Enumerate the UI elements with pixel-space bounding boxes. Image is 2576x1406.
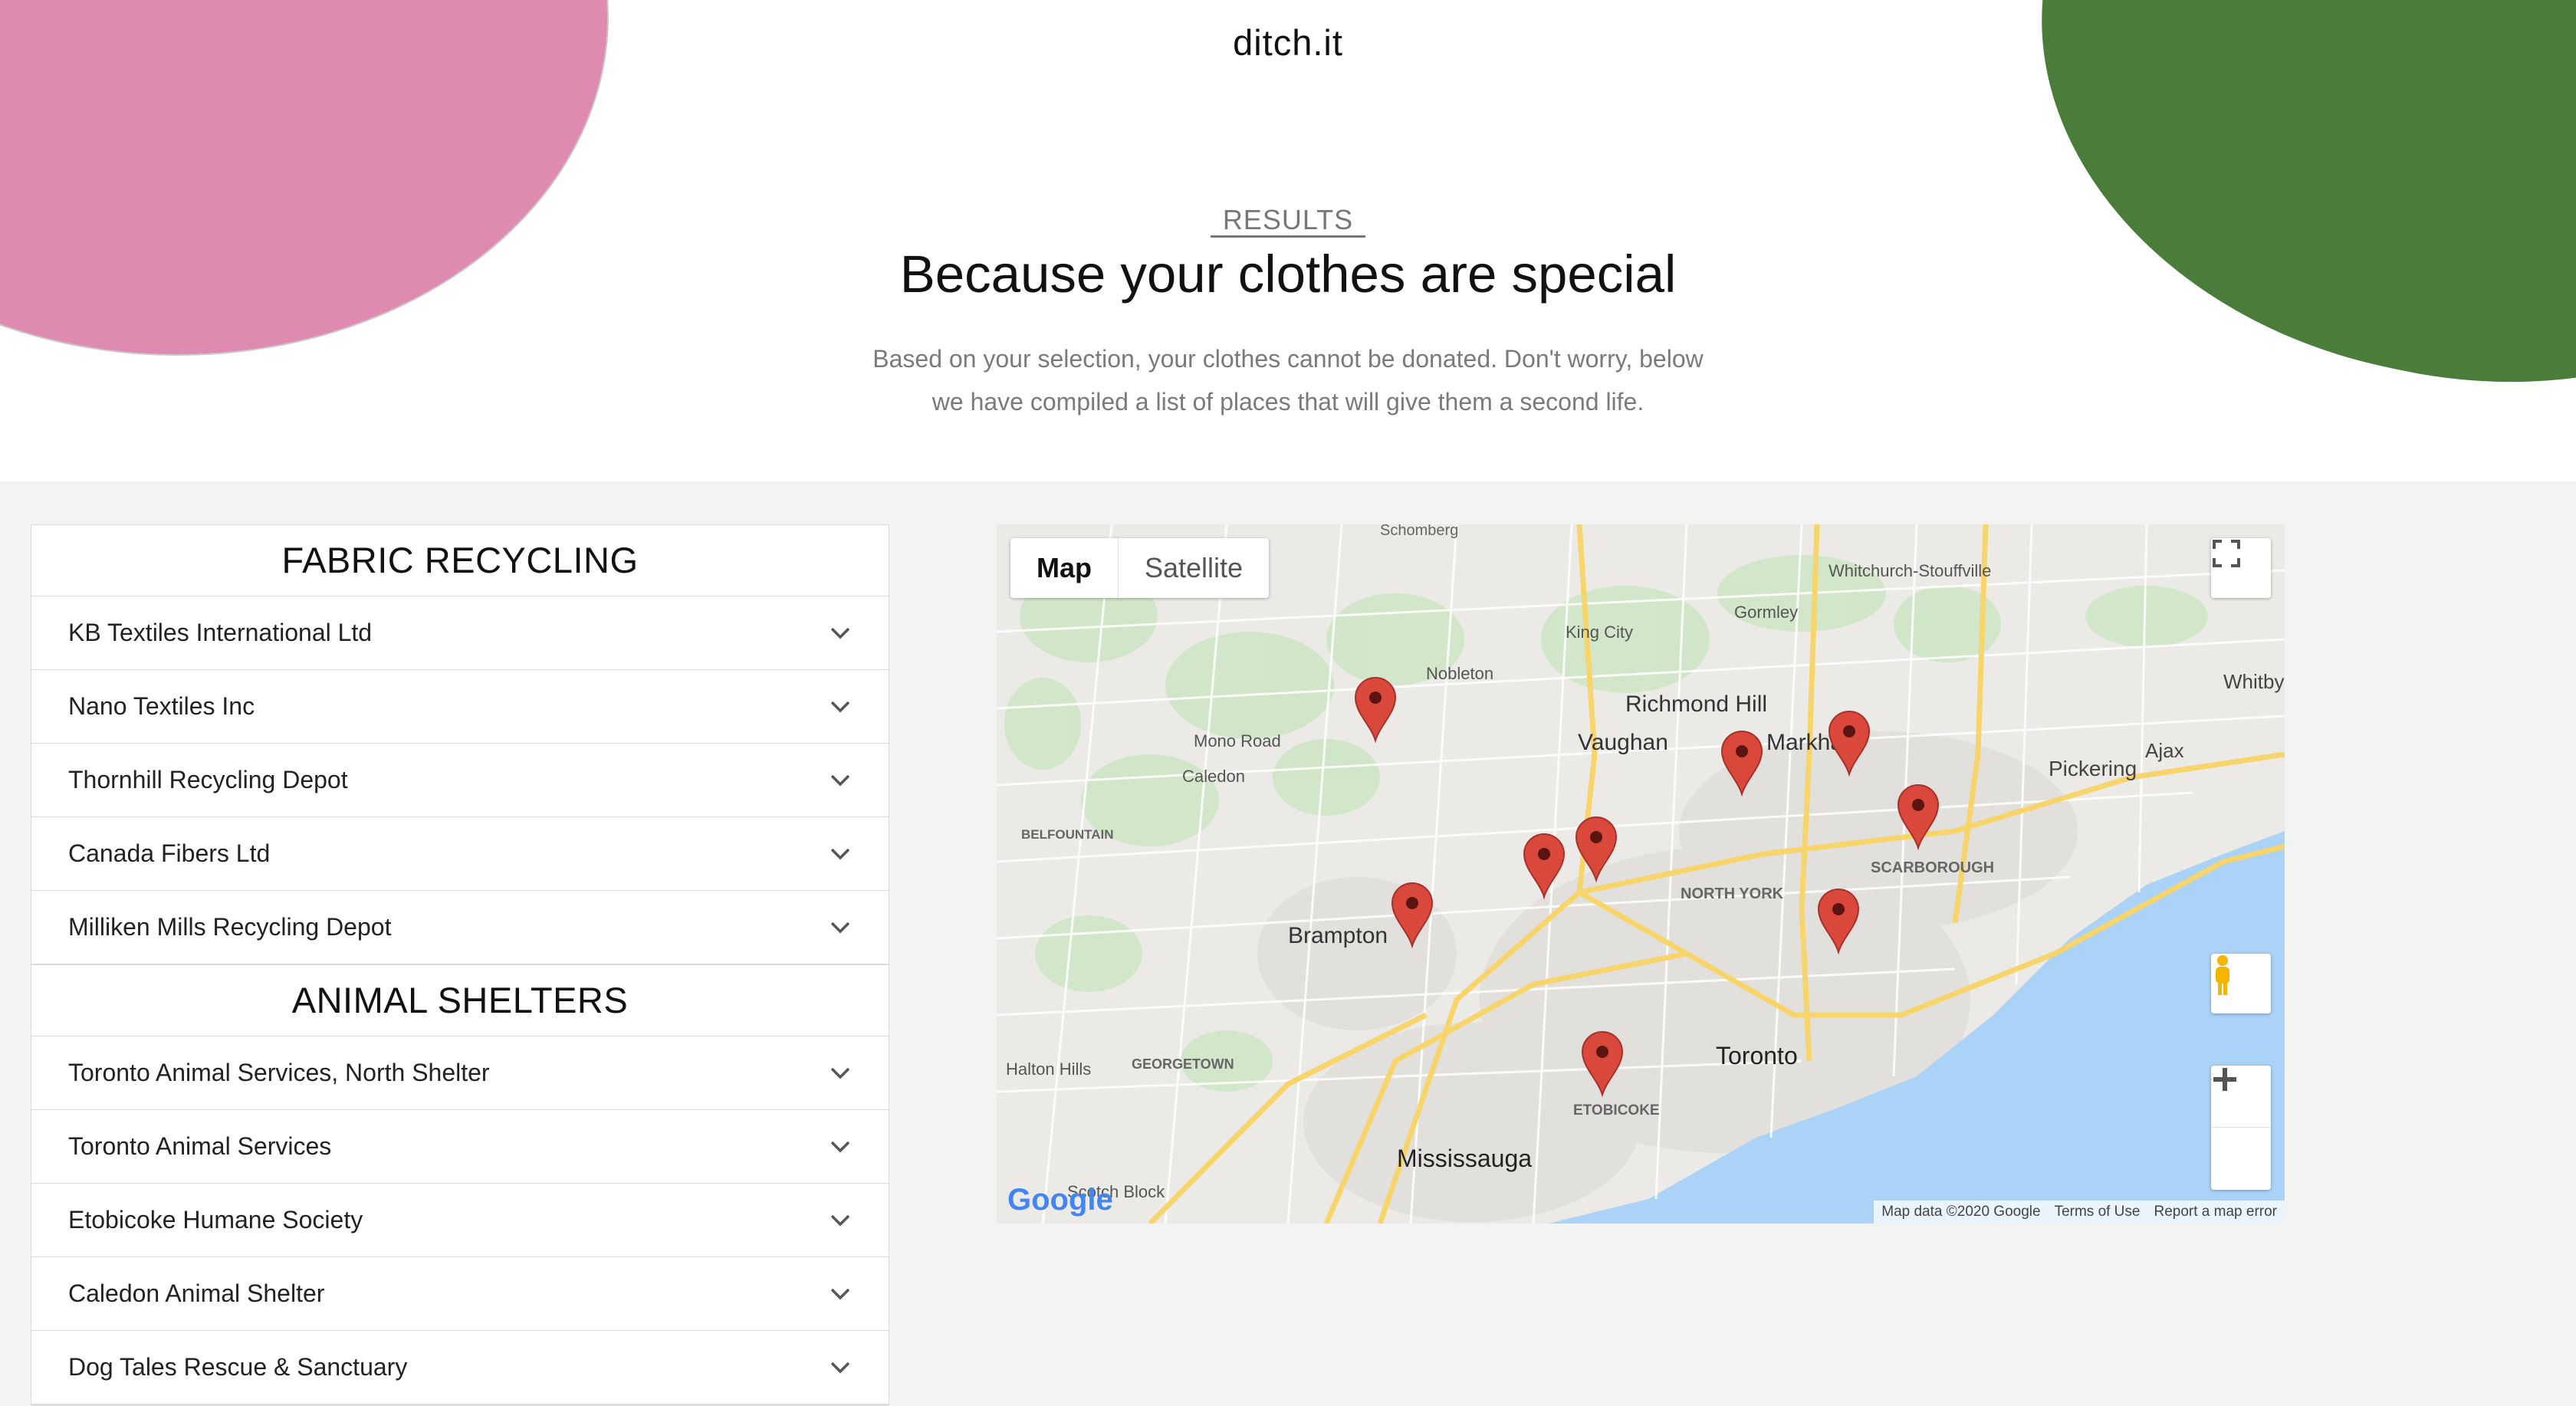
map-marker-dot bbox=[1406, 897, 1418, 909]
place-label: Vaughan bbox=[1578, 730, 1668, 755]
map-marker-dot bbox=[1369, 692, 1382, 704]
map-type-control: Map Satellite bbox=[1010, 538, 1270, 598]
place-label: SCARBOROUGH bbox=[1871, 859, 1994, 876]
map-canvas[interactable]: Schomberg Whitchurch-Stouffville Gormley… bbox=[997, 524, 2285, 1224]
place-label: Pickering bbox=[2049, 757, 2137, 780]
item-label: Thornhill Recycling Depot bbox=[68, 766, 348, 793]
chevron-down-icon[interactable] bbox=[829, 622, 852, 645]
map-marker-dot bbox=[1596, 1046, 1608, 1058]
item-label: Canada Fibers Ltd bbox=[68, 839, 271, 867]
map-widget[interactable]: Schomberg Whitchurch-Stouffville Gormley… bbox=[997, 524, 2285, 1224]
subtitle-line-2: we have compiled a list of places that w… bbox=[932, 388, 1644, 416]
results-content: FABRIC RECYCLING KB Textiles Internation… bbox=[0, 481, 2576, 1406]
google-logo-text: Google bbox=[1007, 1183, 1113, 1217]
place-label: Mississauga bbox=[1397, 1145, 1532, 1172]
pegman-icon bbox=[2216, 955, 2229, 995]
chevron-down-icon[interactable] bbox=[829, 769, 852, 792]
chevron-down-icon[interactable] bbox=[829, 1135, 852, 1158]
item-label: Dog Tales Rescue & Sanctuary bbox=[68, 1353, 408, 1381]
item-label: Etobicoke Humane Society bbox=[68, 1206, 363, 1234]
place-label: Toronto bbox=[1716, 1042, 1798, 1069]
item-label: Nano Textiles Inc bbox=[68, 692, 255, 720]
street-view-button[interactable] bbox=[2211, 954, 2271, 1013]
place-label: ETOBICOKE bbox=[1573, 1102, 1660, 1119]
page-subtitle: Based on your selection, your clothes ca… bbox=[859, 337, 1717, 423]
satellite-view-button[interactable]: Satellite bbox=[1119, 538, 1269, 598]
map-marker-dot bbox=[1736, 745, 1748, 757]
accordion-item[interactable]: Canada Fibers Ltd bbox=[31, 817, 889, 891]
chevron-down-icon[interactable] bbox=[829, 1283, 852, 1306]
map-marker-dot bbox=[1538, 848, 1550, 860]
section-heading: ANIMAL SHELTERS bbox=[31, 965, 889, 1036]
place-label: NORTH YORK bbox=[1681, 885, 1784, 902]
accordion-item[interactable]: KB Textiles International Ltd bbox=[31, 596, 889, 670]
chevron-down-icon[interactable] bbox=[829, 1356, 852, 1379]
hero-section: ditch.it RESULTS Because your clothes ar… bbox=[0, 0, 2576, 481]
subtitle-line-1: Based on your selection, your clothes ca… bbox=[872, 345, 1704, 373]
place-label: Brampton bbox=[1288, 923, 1388, 948]
page-title: Because your clothes are special bbox=[899, 245, 1677, 304]
map-marker-dot bbox=[1832, 903, 1845, 915]
zoom-out-button[interactable] bbox=[2211, 1077, 2271, 1189]
results-eyebrow: RESULTS bbox=[0, 204, 2576, 238]
map-view-button[interactable]: Map bbox=[1010, 538, 1119, 598]
google-logo: Google bbox=[1007, 1183, 1113, 1217]
results-list-panel: FABRIC RECYCLING KB Textiles Internation… bbox=[31, 524, 889, 1406]
accordion-item[interactable]: Toronto Animal Services bbox=[31, 1110, 889, 1184]
item-label: KB Textiles International Ltd bbox=[68, 619, 373, 646]
item-label: Toronto Animal Services, North Shelter bbox=[68, 1059, 490, 1086]
place-label: King City bbox=[1566, 623, 1633, 642]
item-label: Milliken Mills Recycling Depot bbox=[68, 913, 392, 941]
place-label: Whitby bbox=[2223, 670, 2284, 693]
zoom-control bbox=[2211, 1066, 2271, 1190]
report-error-link[interactable]: Report a map error bbox=[2154, 1201, 2277, 1224]
accordion-item[interactable]: Toronto Animal Services, North Shelter bbox=[31, 1036, 889, 1110]
chevron-down-icon[interactable] bbox=[829, 843, 852, 866]
place-label: Ajax bbox=[2145, 739, 2184, 762]
terms-link[interactable]: Terms of Use bbox=[2055, 1201, 2141, 1224]
map-marker-dot bbox=[1843, 725, 1855, 737]
accordion-item[interactable]: Thornhill Recycling Depot bbox=[31, 744, 889, 817]
fullscreen-icon bbox=[2213, 540, 2240, 567]
accordion-item[interactable]: Etobicoke Humane Society bbox=[31, 1184, 889, 1257]
item-label: Caledon Animal Shelter bbox=[68, 1280, 325, 1307]
brand-logo[interactable]: ditch.it bbox=[0, 21, 2576, 64]
item-label: Toronto Animal Services bbox=[68, 1132, 332, 1160]
minus-icon bbox=[2213, 1077, 2236, 1082]
animal-shelters-card: ANIMAL SHELTERS Toronto Animal Services,… bbox=[31, 964, 889, 1404]
accordion-item[interactable]: Milliken Mills Recycling Depot bbox=[31, 891, 889, 964]
map-marker-dot bbox=[1590, 831, 1602, 843]
map-attribution: Map data ©2020 Google Terms of Use Repor… bbox=[1874, 1201, 2285, 1224]
accordion-item[interactable]: Dog Tales Rescue & Sanctuary bbox=[31, 1331, 889, 1404]
place-label: Caledon bbox=[1182, 767, 1245, 786]
map-data-credit: Map data ©2020 Google bbox=[1881, 1204, 2041, 1220]
results-label: RESULTS bbox=[1210, 204, 1366, 238]
accordion-item[interactable]: Nano Textiles Inc bbox=[31, 670, 889, 744]
place-label: Schomberg bbox=[1380, 524, 1458, 539]
chevron-down-icon[interactable] bbox=[829, 1062, 852, 1085]
place-label: Mono Road bbox=[1194, 731, 1281, 751]
place-label: Nobleton bbox=[1426, 664, 1493, 683]
accordion-item[interactable]: Caledon Animal Shelter bbox=[31, 1257, 889, 1331]
place-label: Whitchurch-Stouffville bbox=[1829, 561, 1991, 580]
chevron-down-icon[interactable] bbox=[829, 695, 852, 718]
place-label: GEORGETOWN bbox=[1132, 1056, 1234, 1072]
place-label: Richmond Hill bbox=[1625, 692, 1767, 717]
map-marker-dot bbox=[1912, 799, 1924, 811]
chevron-down-icon[interactable] bbox=[829, 916, 852, 939]
section-heading: FABRIC RECYCLING bbox=[31, 525, 889, 596]
place-label: Gormley bbox=[1734, 603, 1798, 622]
place-label: BELFOUNTAIN bbox=[1021, 827, 1114, 842]
fullscreen-button[interactable] bbox=[2211, 538, 2271, 598]
chevron-down-icon[interactable] bbox=[829, 1209, 852, 1232]
place-label: Halton Hills bbox=[1006, 1059, 1091, 1079]
fabric-recycling-card: FABRIC RECYCLING KB Textiles Internation… bbox=[31, 524, 889, 964]
